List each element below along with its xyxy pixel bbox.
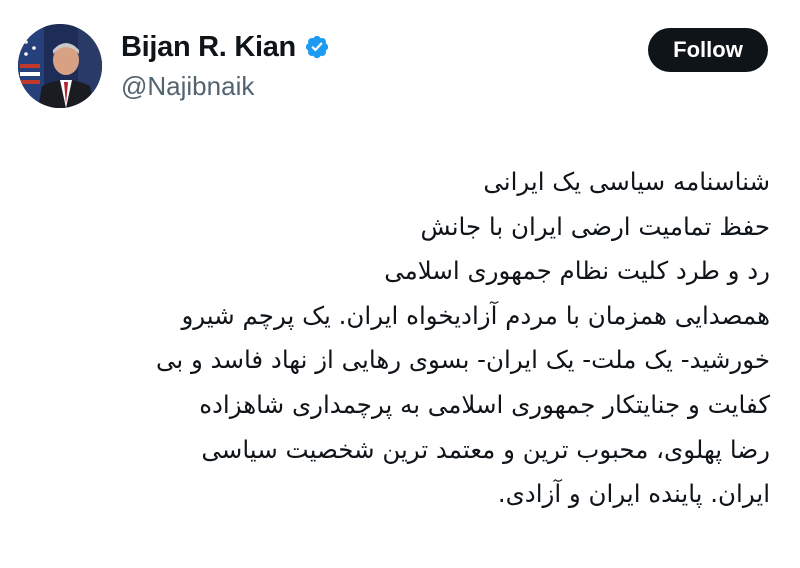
author-identity: Bijan R. Kian @Najibnaik: [121, 30, 541, 102]
tweet-line: ایران. پاینده ایران و آزادی.: [497, 479, 770, 509]
author-handle[interactable]: @Najibnaik: [121, 70, 541, 102]
tweet-line: شناسنامه سیاسی یک ایرانی: [483, 167, 770, 196]
verified-badge-icon[interactable]: [304, 34, 330, 60]
tweet-line: خورشید- یک ملت- یک ایران- بسوی رهایی از …: [155, 345, 770, 375]
avatar[interactable]: [18, 24, 102, 108]
tweet-header: Bijan R. Kian @Najibnaik Follow: [0, 0, 800, 120]
tweet-line: همصدایی همزمان با مردم آزادیخواه ایران. …: [181, 300, 770, 330]
tweet-text: شناسنامه سیاسی یک ایرانی حفظ تمامیت ارضی…: [10, 160, 770, 517]
tweet-line: کفایت و جنایتکار جمهوری اسلامی به پرچمدا…: [199, 389, 770, 419]
tweet-line: رضا پهلوی، محبوب ترین و معتمد ترین شخصیت…: [201, 434, 770, 464]
avatar-photo-icon: [18, 24, 102, 108]
tweet-line: رد و طرد کلیت نظام جمهوری اسلامی: [384, 256, 770, 286]
name-row: Bijan R. Kian: [121, 30, 541, 64]
display-name[interactable]: Bijan R. Kian: [121, 31, 296, 64]
tweet-line: حفظ تمامیت ارضی ایران با جانش: [420, 211, 770, 241]
follow-button[interactable]: Follow: [648, 28, 768, 72]
